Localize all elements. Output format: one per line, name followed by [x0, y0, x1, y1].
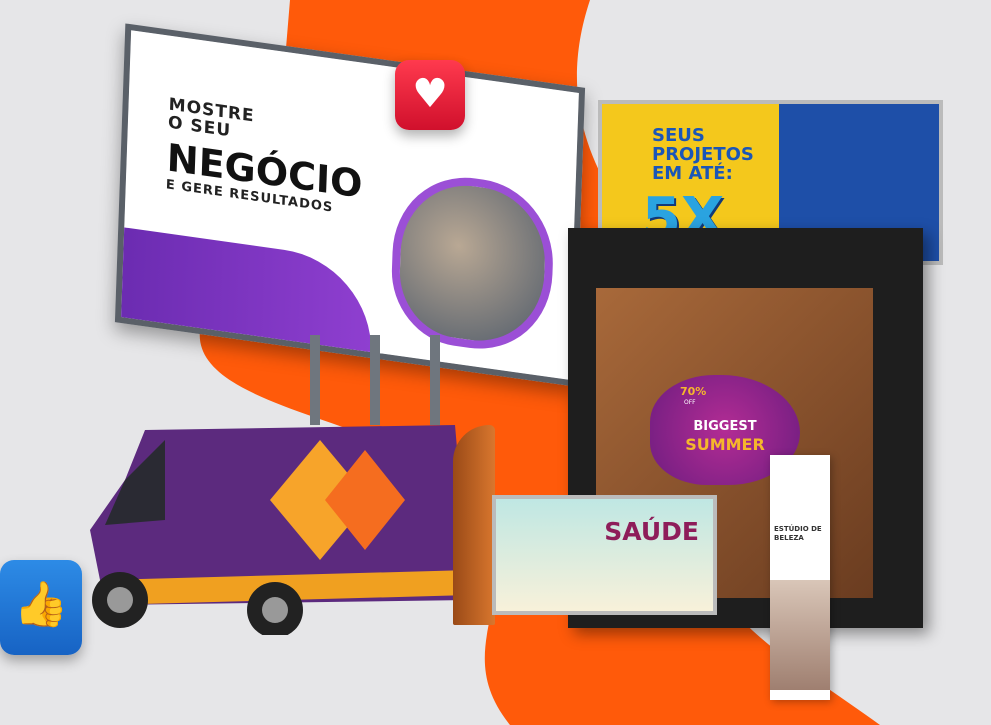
banner-title: SEUS PROJETOS EM ATÉ:	[652, 126, 754, 183]
feather-flag	[453, 425, 495, 625]
thumbs-up-icon: 👍	[0, 560, 82, 655]
rollup-photo	[770, 580, 830, 690]
billboard-photo	[389, 167, 556, 360]
rollup-title: ESTÚDIO DE BELEZA	[774, 525, 822, 543]
sign-line2: SUMMER	[685, 435, 765, 454]
heart-icon: ♥	[395, 60, 465, 130]
rollup-banner: ESTÚDIO DE BELEZA	[770, 455, 830, 700]
rollup-line1: ESTÚDIO DE	[774, 525, 822, 533]
billboard: MOSTRE O SEU NEGÓCIO E GERE RESULTADOS	[114, 23, 586, 387]
banner-title-line: PROJETOS	[652, 144, 754, 165]
discount-text: 70%	[680, 385, 707, 398]
barrier-banner: SAÚDE	[492, 495, 717, 615]
rollup-line2: BELEZA	[774, 534, 804, 542]
off-text: OFF	[684, 399, 696, 406]
banner-title-line: EM ATÉ:	[652, 163, 733, 184]
van	[90, 425, 470, 635]
billboard-poles	[300, 335, 470, 425]
banner-title-line: SEUS	[652, 125, 705, 146]
sign-line1: BIGGEST	[693, 419, 757, 434]
barrier-banner-title: SAÚDE	[604, 517, 699, 546]
